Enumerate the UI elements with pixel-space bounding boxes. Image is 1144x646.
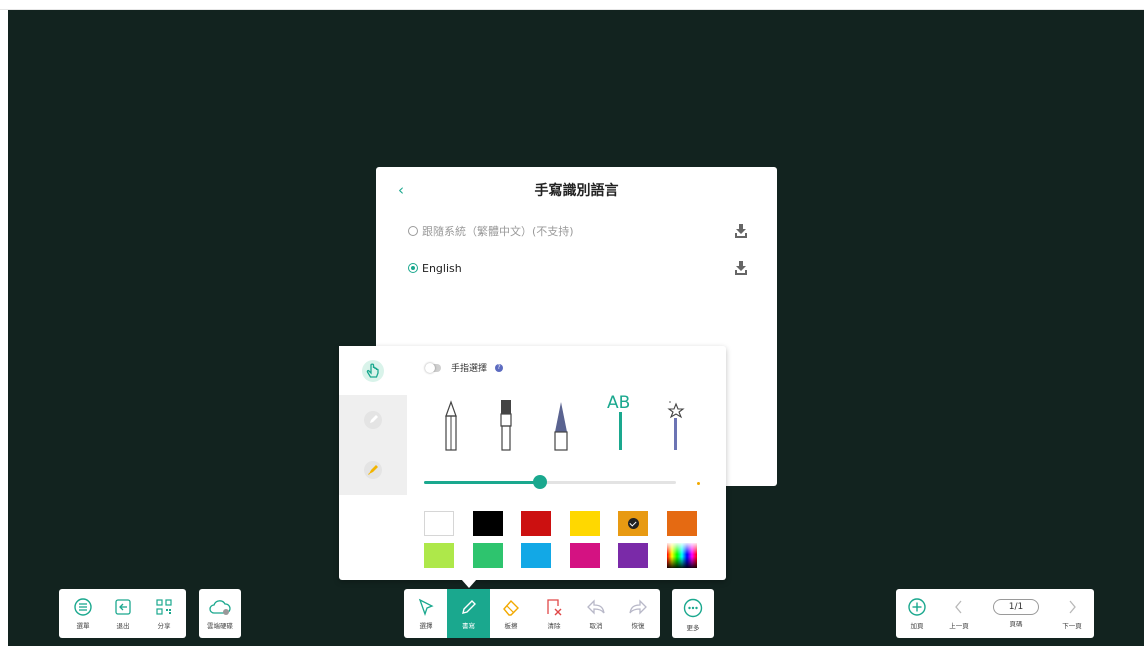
more-label: 更多: [686, 624, 700, 632]
exit-label: 退出: [116, 622, 130, 630]
page-indicator-button[interactable]: 1/1 頁碼: [989, 589, 1043, 638]
add-page-icon: [908, 598, 926, 616]
color-swatch[interactable]: [666, 511, 697, 536]
download-icon[interactable]: [734, 223, 748, 239]
highlighter-icon: [364, 461, 382, 479]
add-page-button[interactable]: 加頁: [898, 589, 936, 638]
redo-label: 恢復: [631, 622, 645, 630]
download-icon[interactable]: [734, 260, 748, 276]
cursor-icon: [418, 598, 434, 616]
page-code-label: 頁碼: [1009, 620, 1023, 628]
undo-button[interactable]: 取消: [576, 589, 616, 638]
pen-settings-panel: 手指選擇 ? AB: [339, 346, 726, 580]
share-button[interactable]: 分享: [145, 589, 183, 638]
eraser-tool-button[interactable]: 板擦: [491, 589, 531, 638]
help-icon[interactable]: ?: [495, 363, 504, 372]
pen-icon: [461, 600, 476, 614]
tab-finger[interactable]: [339, 346, 407, 396]
pencil-icon[interactable]: [437, 396, 465, 454]
pen-category-tabs: [339, 346, 407, 495]
tab-pen[interactable]: [339, 395, 407, 445]
chevron-left-icon: [955, 600, 962, 614]
more-button[interactable]: 更多: [672, 589, 714, 638]
undo-label: 取消: [589, 622, 603, 630]
dialog-title: 手寫識別語言: [534, 183, 619, 199]
menu-label: 選單: [76, 622, 90, 630]
exit-icon: [115, 599, 131, 615]
clear-page-icon: [547, 599, 562, 616]
finger-touch-icon: [362, 360, 384, 382]
menu-button[interactable]: 選單: [64, 589, 102, 638]
color-swatch[interactable]: [472, 511, 503, 536]
eraser-label: 板擦: [504, 622, 518, 630]
left-toolbar: 選單 退出 分享: [59, 589, 186, 638]
redo-button[interactable]: 恢復: [618, 589, 658, 638]
language-option-label: English: [422, 261, 462, 275]
center-toolbar: 選擇 書寫 板擦 清除 取消 恢復: [404, 589, 660, 638]
page-toolbar: 加頁 上一頁 1/1 頁碼 下一頁: [896, 589, 1094, 638]
selected-check-icon: [628, 518, 639, 529]
color-swatch[interactable]: [472, 543, 503, 568]
add-page-label: 加頁: [910, 622, 924, 630]
write-label: 書寫: [462, 622, 475, 630]
exit-button[interactable]: 退出: [104, 589, 142, 638]
redo-icon: [629, 599, 647, 615]
eraser-icon: [503, 599, 519, 616]
write-tool-button[interactable]: 書寫: [447, 589, 490, 638]
custom-color-swatch[interactable]: [666, 543, 697, 568]
color-swatch[interactable]: [521, 543, 551, 568]
more-icon: [683, 598, 703, 618]
cloud-toolbar: 雲端硬碟: [199, 589, 241, 638]
color-swatch[interactable]: [569, 511, 600, 536]
color-swatch[interactable]: [569, 543, 600, 568]
previous-page-label: 上一頁: [949, 622, 969, 630]
pen-icon: [364, 411, 382, 429]
next-page-label: 下一頁: [1062, 622, 1082, 630]
pen-text-glyph: AB: [607, 393, 630, 413]
language-option-system[interactable]: 跟隨系統（繁體中文）(不支持): [408, 221, 748, 241]
select-label: 選擇: [419, 622, 433, 630]
menu-icon: [74, 598, 92, 616]
previous-page-button[interactable]: 上一頁: [940, 589, 978, 638]
radio-button[interactable]: [408, 226, 418, 236]
fountain-pen-icon[interactable]: [547, 396, 575, 454]
slider-handle[interactable]: [532, 475, 547, 489]
share-label: 分享: [157, 622, 171, 630]
language-option-label: 跟隨系統（繁體中文）(不支持): [422, 225, 574, 238]
undo-icon: [587, 599, 605, 615]
clear-button[interactable]: 清除: [534, 589, 574, 638]
radio-button-selected[interactable]: [408, 263, 418, 273]
color-swatch[interactable]: [618, 543, 648, 568]
color-swatch[interactable]: [521, 511, 551, 536]
chevron-right-icon: [1069, 600, 1076, 614]
more-toolbar: 更多: [672, 589, 714, 638]
tab-highlighter[interactable]: [339, 445, 407, 495]
cloud-icon: [209, 600, 231, 615]
clear-label: 清除: [547, 622, 561, 630]
language-option-english[interactable]: English: [408, 258, 748, 278]
color-swatch[interactable]: [424, 543, 454, 568]
page-number-display: 1/1: [993, 599, 1039, 615]
stroke-size-preview: [697, 482, 700, 485]
text-recognition-pen-icon[interactable]: AB: [605, 390, 639, 454]
stroke-size-slider[interactable]: [424, 475, 676, 489]
next-page-button[interactable]: 下一頁: [1053, 589, 1091, 638]
panel-pointer: [461, 579, 477, 588]
finger-select-label: 手指選擇: [451, 364, 488, 374]
color-swatch[interactable]: [618, 511, 648, 536]
cloud-drive-button[interactable]: 雲端硬碟: [199, 589, 241, 638]
qr-code-icon: [156, 599, 172, 615]
select-tool-button[interactable]: 選擇: [406, 589, 446, 638]
finger-select-toggle[interactable]: [425, 362, 441, 373]
color-swatch[interactable]: [424, 511, 454, 536]
top-bar: [0, 0, 1144, 10]
magic-wand-pen-icon[interactable]: [662, 396, 690, 454]
cloud-drive-label: 雲端硬碟: [207, 622, 233, 630]
brush-icon[interactable]: [492, 396, 520, 454]
finger-select-row: 手指選擇 ?: [425, 361, 504, 374]
slider-fill: [424, 481, 540, 484]
